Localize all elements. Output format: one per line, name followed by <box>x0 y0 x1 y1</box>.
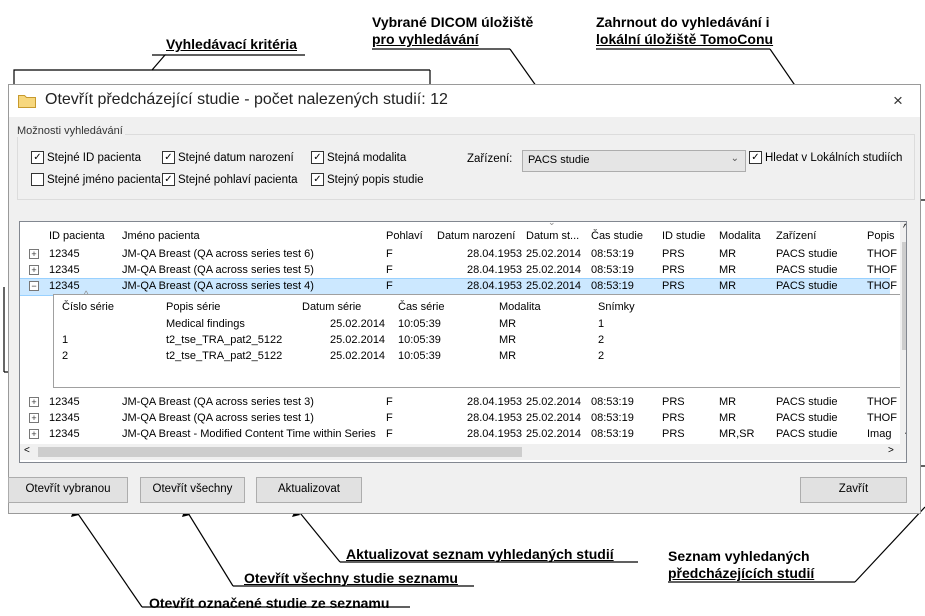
table-row[interactable]: + 12345 JM-QA Breast (QA across series t… <box>20 247 897 263</box>
checkbox-box[interactable]: ✓ <box>311 173 324 186</box>
open-all-button[interactable]: Otevřít všechny <box>140 477 245 503</box>
search-options-label: Možnosti vyhledávání <box>15 125 125 137</box>
checkbox-box[interactable]: ✓ <box>162 173 175 186</box>
expand-icon[interactable]: + <box>29 413 39 423</box>
callout-search-criteria: Vyhledávací kritéria <box>166 36 298 52</box>
close-button[interactable]: Zavřít <box>800 477 907 503</box>
sort-up-icon: ^ <box>84 289 89 299</box>
series-row[interactable]: 1 t2_tse_TRA_pat2_5122 25.02.2014 10:05:… <box>54 333 894 349</box>
column-header-description[interactable]: Popis <box>867 230 895 246</box>
column-header-modality[interactable]: Modalita <box>719 230 761 246</box>
series-column-time[interactable]: Čas série <box>398 301 444 313</box>
series-column-number[interactable]: Číslo série <box>62 301 114 313</box>
device-select-value: PACS studie <box>528 154 590 166</box>
series-column-images[interactable]: Snímky <box>598 301 635 313</box>
table-row[interactable]: + 12345 JM-QA Breast (QA across series t… <box>20 263 897 279</box>
checkbox-same-birth-date[interactable]: ✓ Stejné datum narození <box>162 151 294 164</box>
series-row[interactable]: 2 t2_tse_TRA_pat2_5122 25.02.2014 10:05:… <box>54 349 894 365</box>
checkbox-box[interactable] <box>31 173 44 186</box>
search-options-group <box>17 134 915 200</box>
horizontal-scroll-thumb[interactable] <box>38 447 522 457</box>
close-icon[interactable]: × <box>893 91 903 111</box>
column-header-birth-date[interactable]: Datum narození <box>437 230 515 246</box>
collapse-icon[interactable]: − <box>29 281 39 291</box>
callout-open-selected: Otevřít označené studie ze seznamu <box>149 595 390 611</box>
scroll-right-icon[interactable]: > <box>888 445 894 456</box>
checkbox-same-patient-name[interactable]: Stejné jméno pacienta <box>31 173 161 186</box>
series-row[interactable]: Medical findings 25.02.2014 10:05:39 MR … <box>54 317 894 333</box>
expand-icon[interactable]: + <box>29 429 39 439</box>
device-select[interactable]: PACS studie ⌄ <box>522 150 746 172</box>
callout-dicom-storage: Vybrané DICOM úložiště pro vyhledávání <box>372 14 534 47</box>
scroll-up-icon[interactable]: ^ <box>903 223 906 234</box>
series-column-date[interactable]: Datum série <box>302 301 361 313</box>
column-header-study-id[interactable]: ID studie <box>662 230 705 246</box>
checkbox-same-study-description[interactable]: ✓ Stejný popis studie <box>311 173 424 186</box>
column-header-patient-name[interactable]: Jméno pacienta <box>122 230 200 246</box>
expand-icon[interactable]: + <box>29 397 39 407</box>
device-label: Zařízení: <box>467 153 513 165</box>
column-header-study-time[interactable]: Čas studie <box>591 230 643 246</box>
refresh-button[interactable]: Aktualizovat <box>256 477 362 503</box>
chevron-down-icon[interactable]: ⌄ <box>731 153 739 164</box>
series-column-description[interactable]: Popis série <box>166 301 220 313</box>
column-header-device[interactable]: Zařízení <box>776 230 816 246</box>
checkbox-same-modality[interactable]: ✓ Stejná modalita <box>311 151 406 164</box>
studies-grid[interactable]: ID pacienta Jméno pacienta Pohlaví Datum… <box>19 221 907 463</box>
table-row[interactable]: + 12345 JM-QA Breast - Modified Content … <box>20 427 891 443</box>
open-selected-button[interactable]: Otevřít vybranou <box>8 477 128 503</box>
column-header-patient-id[interactable]: ID pacienta <box>49 230 105 246</box>
series-subtable[interactable]: Číslo série Popis série Datum série Čas … <box>53 289 901 388</box>
callout-refresh: Aktualizovat seznam vyhledaných studií <box>346 546 614 562</box>
checkbox-box[interactable]: ✓ <box>31 151 44 164</box>
callout-study-list: Seznam vyhledaných předcházejících studi… <box>668 548 815 581</box>
table-row[interactable]: + 12345 JM-QA Breast (QA across series t… <box>20 395 897 411</box>
folder-icon <box>18 95 36 108</box>
expand-icon[interactable]: + <box>29 265 39 275</box>
checkbox-search-local[interactable]: ✓ Hledat v Lokálních studiích <box>749 151 902 164</box>
scroll-left-icon[interactable]: < <box>24 445 30 456</box>
checkbox-box[interactable]: ✓ <box>749 151 762 164</box>
dialog-title: Otevřít předcházející studie - počet nal… <box>45 91 448 108</box>
series-column-modality[interactable]: Modalita <box>499 301 541 313</box>
checkbox-same-patient-id[interactable]: ✓ Stejné ID pacienta <box>31 151 141 164</box>
title-bar: Otevřít předcházející studie - počet nal… <box>9 85 920 117</box>
expand-icon[interactable]: + <box>29 249 39 259</box>
checkbox-same-patient-sex[interactable]: ✓ Stejné pohlaví pacienta <box>162 173 298 186</box>
sort-indicator-icon: ⌄ <box>548 221 556 227</box>
checkbox-box[interactable]: ✓ <box>162 151 175 164</box>
table-row[interactable]: + 12345 JM-QA Breast (QA across series t… <box>20 411 897 427</box>
vertical-scroll-thumb[interactable] <box>902 242 906 350</box>
callout-local-storage: Zahrnout do vyhledávání i lokální úložiš… <box>596 14 774 47</box>
callout-open-all: Otevřít všechny studie seznamu <box>244 570 458 586</box>
open-previous-studies-dialog: Otevřít předcházející studie - počet nal… <box>8 84 921 514</box>
scroll-down-icon[interactable]: ⌄ <box>903 427 906 438</box>
column-header-sex[interactable]: Pohlaví <box>386 230 423 246</box>
checkbox-box[interactable]: ✓ <box>311 151 324 164</box>
